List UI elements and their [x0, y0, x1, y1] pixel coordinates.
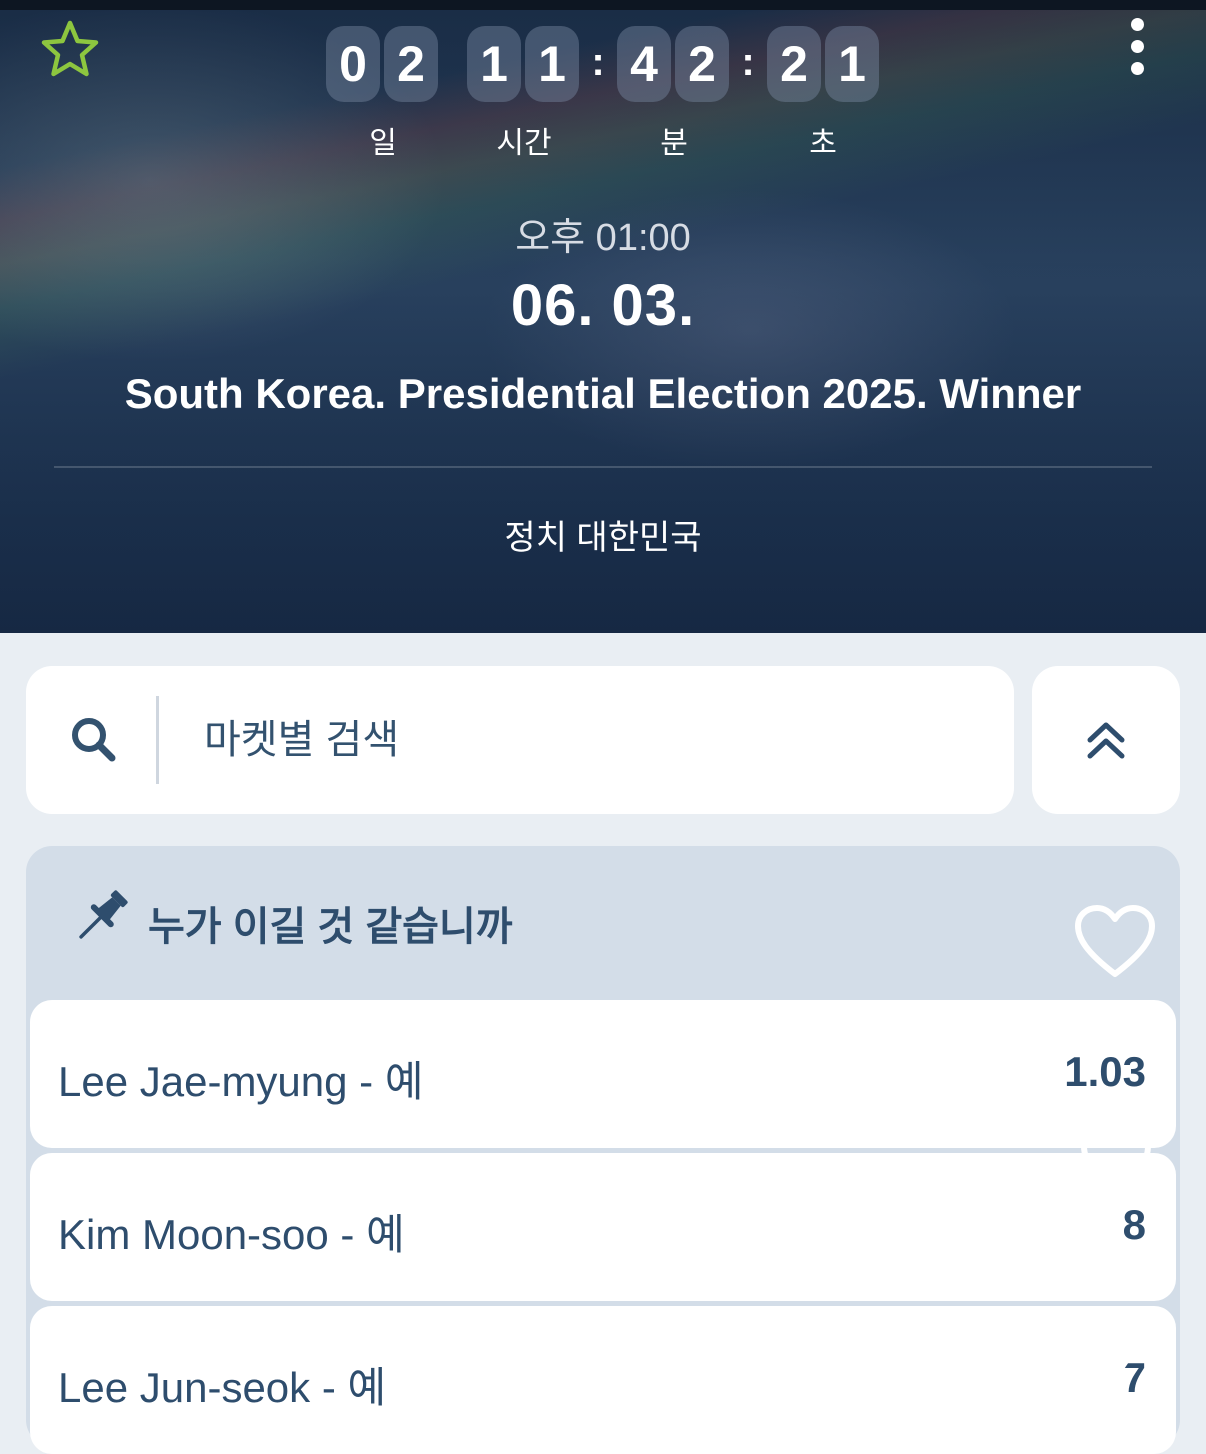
- heart-icon[interactable]: [1074, 904, 1156, 985]
- double-chevron-up-icon: [1087, 722, 1125, 759]
- countdown-seconds-digit: 2: [767, 26, 821, 102]
- countdown-days-label: 일: [369, 127, 397, 160]
- outcome-row[interactable]: Lee Jae-myung - 예 1.03: [30, 1000, 1176, 1148]
- search-input[interactable]: 마켓별 검색: [204, 714, 399, 766]
- outcome-label: Lee Jun-seok - 예: [58, 1364, 387, 1411]
- outcome-label: Kim Moon-soo - 예: [58, 1211, 405, 1258]
- countdown-separator: :: [741, 40, 755, 84]
- event-start-time: 오후 01:00: [515, 217, 691, 259]
- market-search-box[interactable]: 마켓별 검색: [26, 666, 1014, 814]
- comment-icon[interactable]: [1078, 1110, 1154, 1191]
- outcome-row[interactable]: Lee Jun-seok - 예 7: [30, 1306, 1176, 1454]
- collapse-all-button[interactable]: [1032, 666, 1180, 814]
- outcome-row[interactable]: Kim Moon-soo - 예 8: [30, 1153, 1176, 1301]
- market-group: 누가 이길 것 같습니까 Lee Jae-myung - 예 1.03 Kim …: [26, 846, 1180, 1454]
- countdown-hours-digit: 1: [525, 26, 579, 102]
- event-title: South Korea. Presidential Election 2025.…: [124, 370, 1082, 417]
- market-title[interactable]: 누가 이길 것 같습니까: [148, 894, 513, 952]
- countdown-minutes-label: 분: [660, 127, 688, 160]
- event-date: 06. 03.: [510, 273, 696, 338]
- comment-count: 12: [1090, 1214, 1122, 1245]
- hero-divider: [54, 466, 1152, 468]
- countdown-hours-label: 시간: [496, 127, 552, 160]
- countdown-minutes-digit: 4: [617, 26, 671, 102]
- like-count: 287: [1091, 1012, 1139, 1043]
- event-header: 0 2 1 1 : 4 2 : 2 1 일 시간 분 초 오후 01:00 06…: [0, 10, 1206, 633]
- send-icon[interactable]: [1076, 1320, 1154, 1391]
- countdown-days-digit: 0: [326, 26, 380, 102]
- outcome-odds[interactable]: 8: [1123, 1201, 1146, 1249]
- pin-icon[interactable]: [70, 882, 136, 948]
- countdown-separator: :: [591, 40, 605, 84]
- countdown-seconds-digit: 1: [825, 26, 879, 102]
- outcome-odds[interactable]: 1.03: [1064, 1048, 1146, 1096]
- search-divider: [156, 696, 159, 784]
- search-icon: [68, 714, 120, 766]
- countdown-seconds-label: 초: [809, 127, 837, 160]
- countdown-days-digit: 2: [384, 26, 438, 102]
- outcome-label: Lee Jae-myung - 예: [58, 1058, 424, 1105]
- countdown-hours-digit: 1: [467, 26, 521, 102]
- status-strip: [0, 0, 1206, 10]
- event-category-breadcrumb[interactable]: 정치 대한민국: [0, 510, 1206, 559]
- countdown-timer: 0 2 1 1 : 4 2 : 2 1 일 시간 분 초: [0, 26, 1206, 160]
- countdown-minutes-digit: 2: [675, 26, 729, 102]
